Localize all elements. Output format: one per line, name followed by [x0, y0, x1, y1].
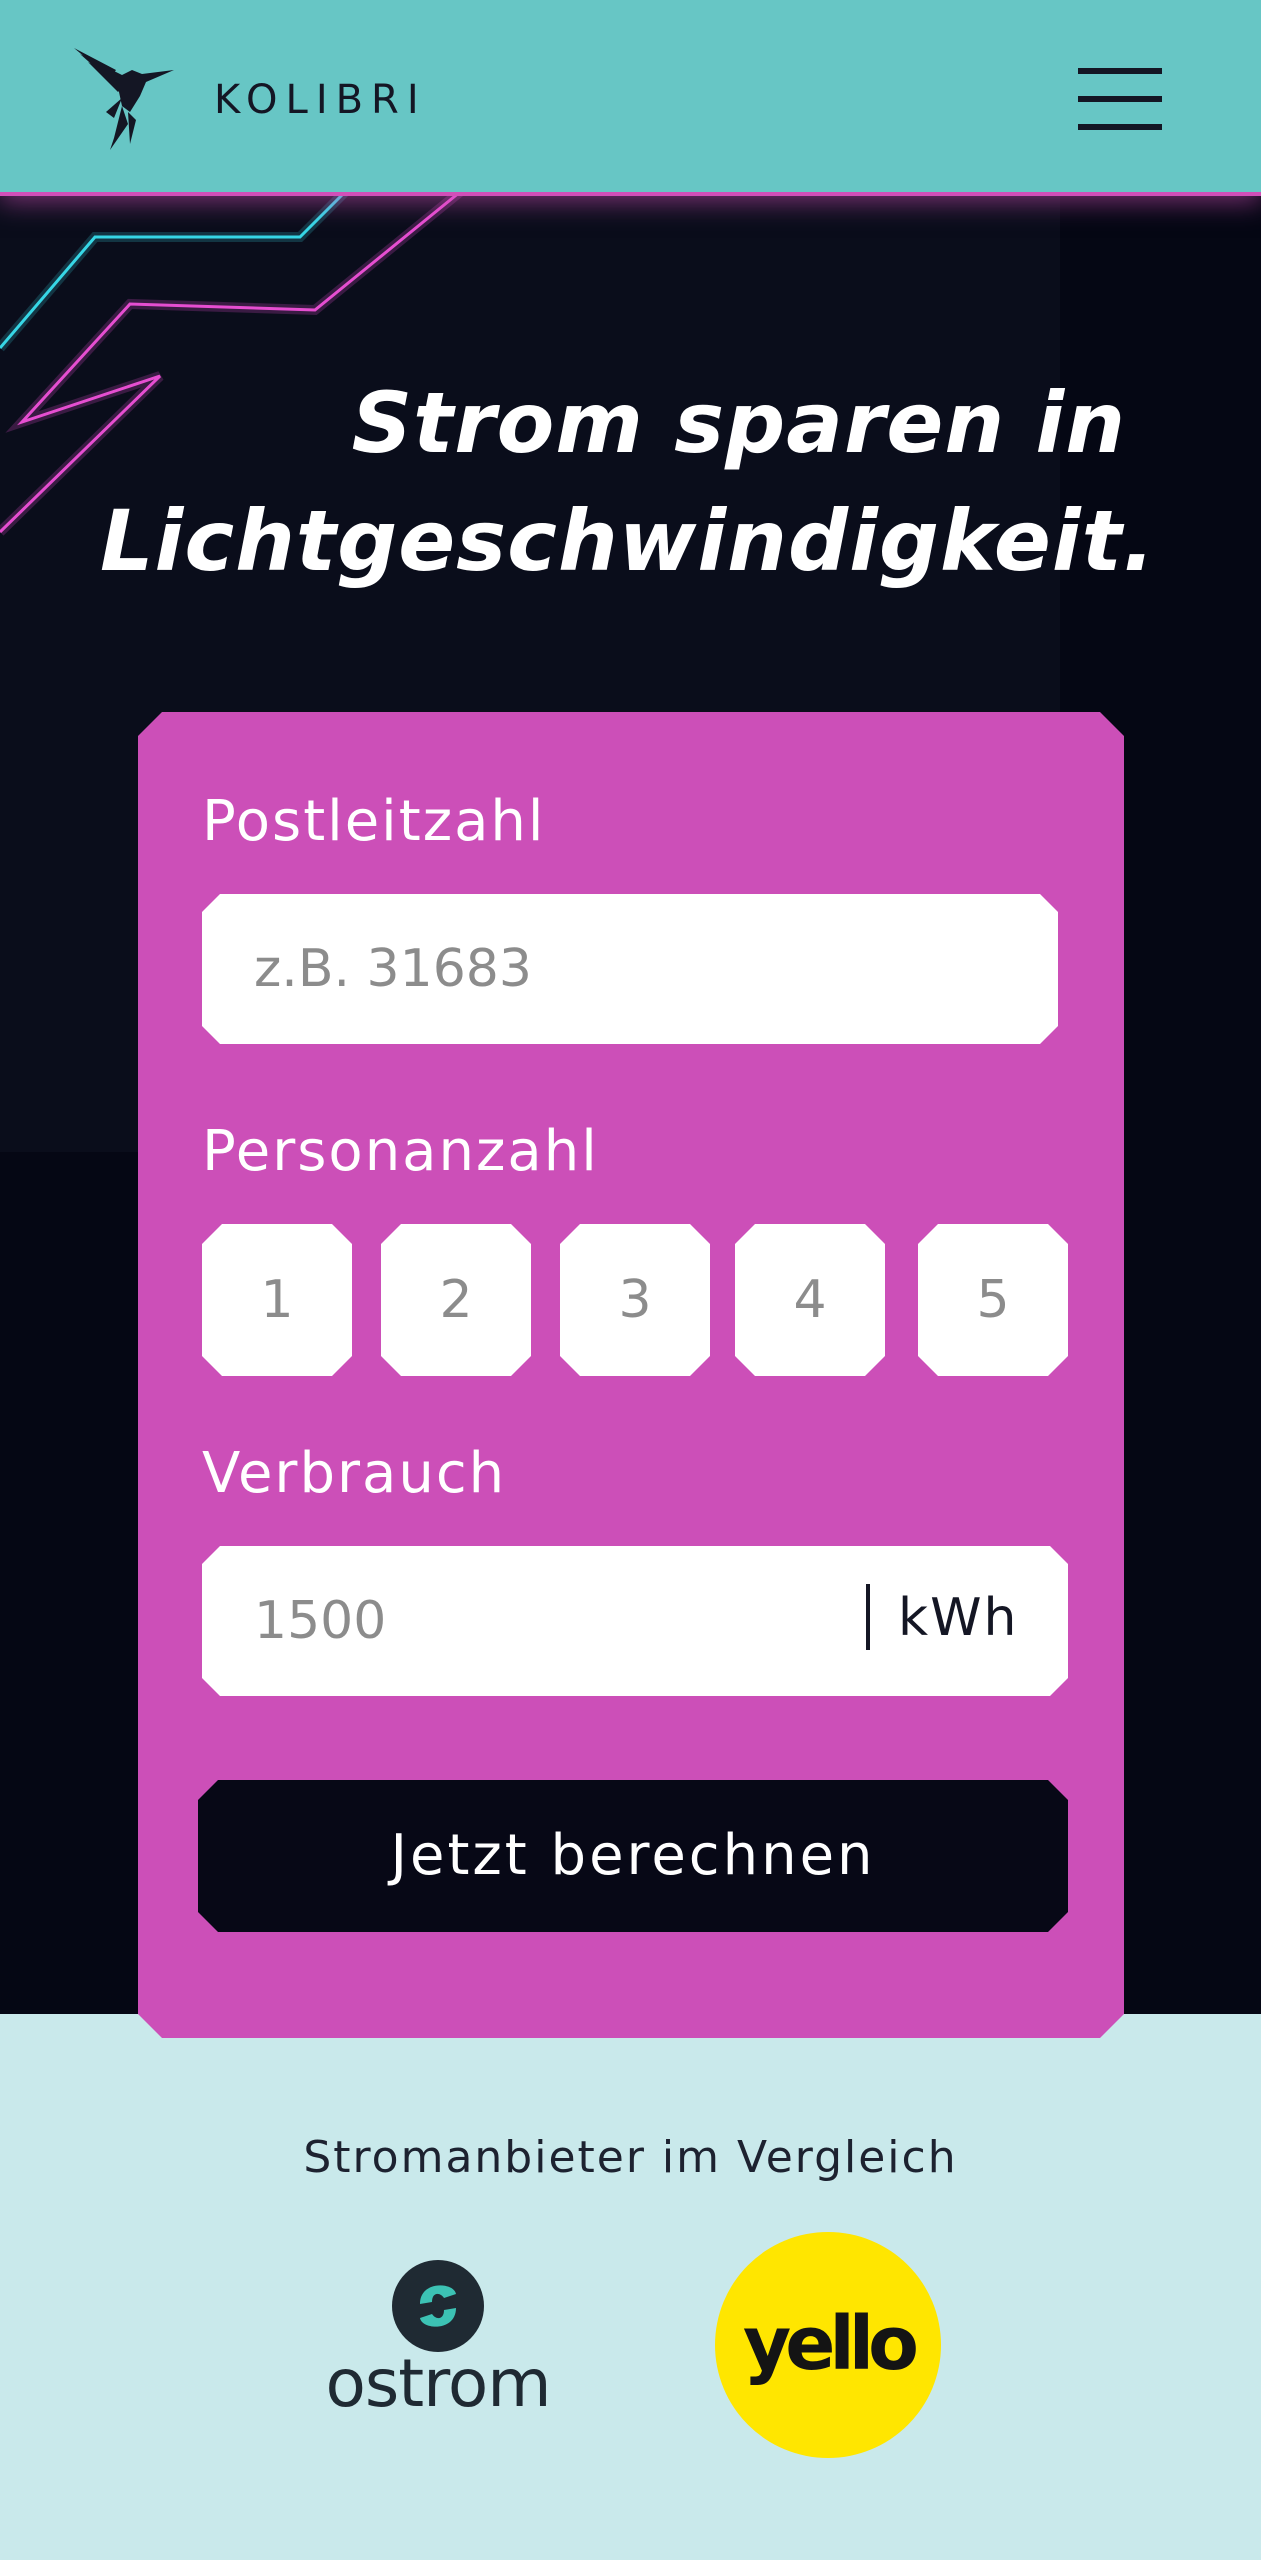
- site-header: KOLIBRI: [0, 0, 1261, 192]
- persons-option-2[interactable]: 2: [381, 1224, 531, 1376]
- postcode-label: Postleitzahl: [202, 789, 546, 854]
- ostrom-logo[interactable]: ostrom: [322, 2258, 554, 2422]
- persons-option-5[interactable]: 5: [918, 1224, 1068, 1376]
- persons-label: Personanzahl: [202, 1119, 599, 1184]
- providers-title: Stromanbieter im Vergleich: [303, 2132, 958, 2183]
- ostrom-wordmark: ostrom: [325, 2345, 552, 2422]
- persons-option-3[interactable]: 3: [560, 1224, 710, 1376]
- yello-logo[interactable]: yello: [715, 2232, 941, 2458]
- postcode-input[interactable]: [202, 894, 1058, 1044]
- unit-label: kWh: [898, 1588, 1019, 1648]
- headline-line-2: Lichtgeschwindigkeit.: [100, 492, 1156, 590]
- postcode-field: [202, 894, 1058, 1044]
- consumption-field: kWh: [202, 1546, 1068, 1696]
- calculate-button[interactable]: Jetzt berechnen: [198, 1780, 1068, 1932]
- consumption-label: Verbrauch: [202, 1441, 507, 1506]
- headline-line-1: Strom sparen in: [351, 374, 1126, 472]
- tariff-calculator-form: Postleitzahl Personanzahl 1 2 3 4 5 Verb…: [138, 712, 1124, 2038]
- ostrom-mark-icon: [392, 2260, 484, 2352]
- menu-button[interactable]: [1072, 62, 1168, 134]
- persons-option-1[interactable]: 1: [202, 1224, 352, 1376]
- yello-wordmark: yello: [743, 2301, 919, 2387]
- hero-headline: Strom sparen in Lichtgeschwindigkeit.: [100, 364, 1156, 600]
- hummingbird-icon[interactable]: [70, 40, 182, 152]
- brand-name[interactable]: KOLIBRI: [214, 76, 427, 124]
- unit-divider: [866, 1584, 870, 1650]
- persons-option-4[interactable]: 4: [735, 1224, 885, 1376]
